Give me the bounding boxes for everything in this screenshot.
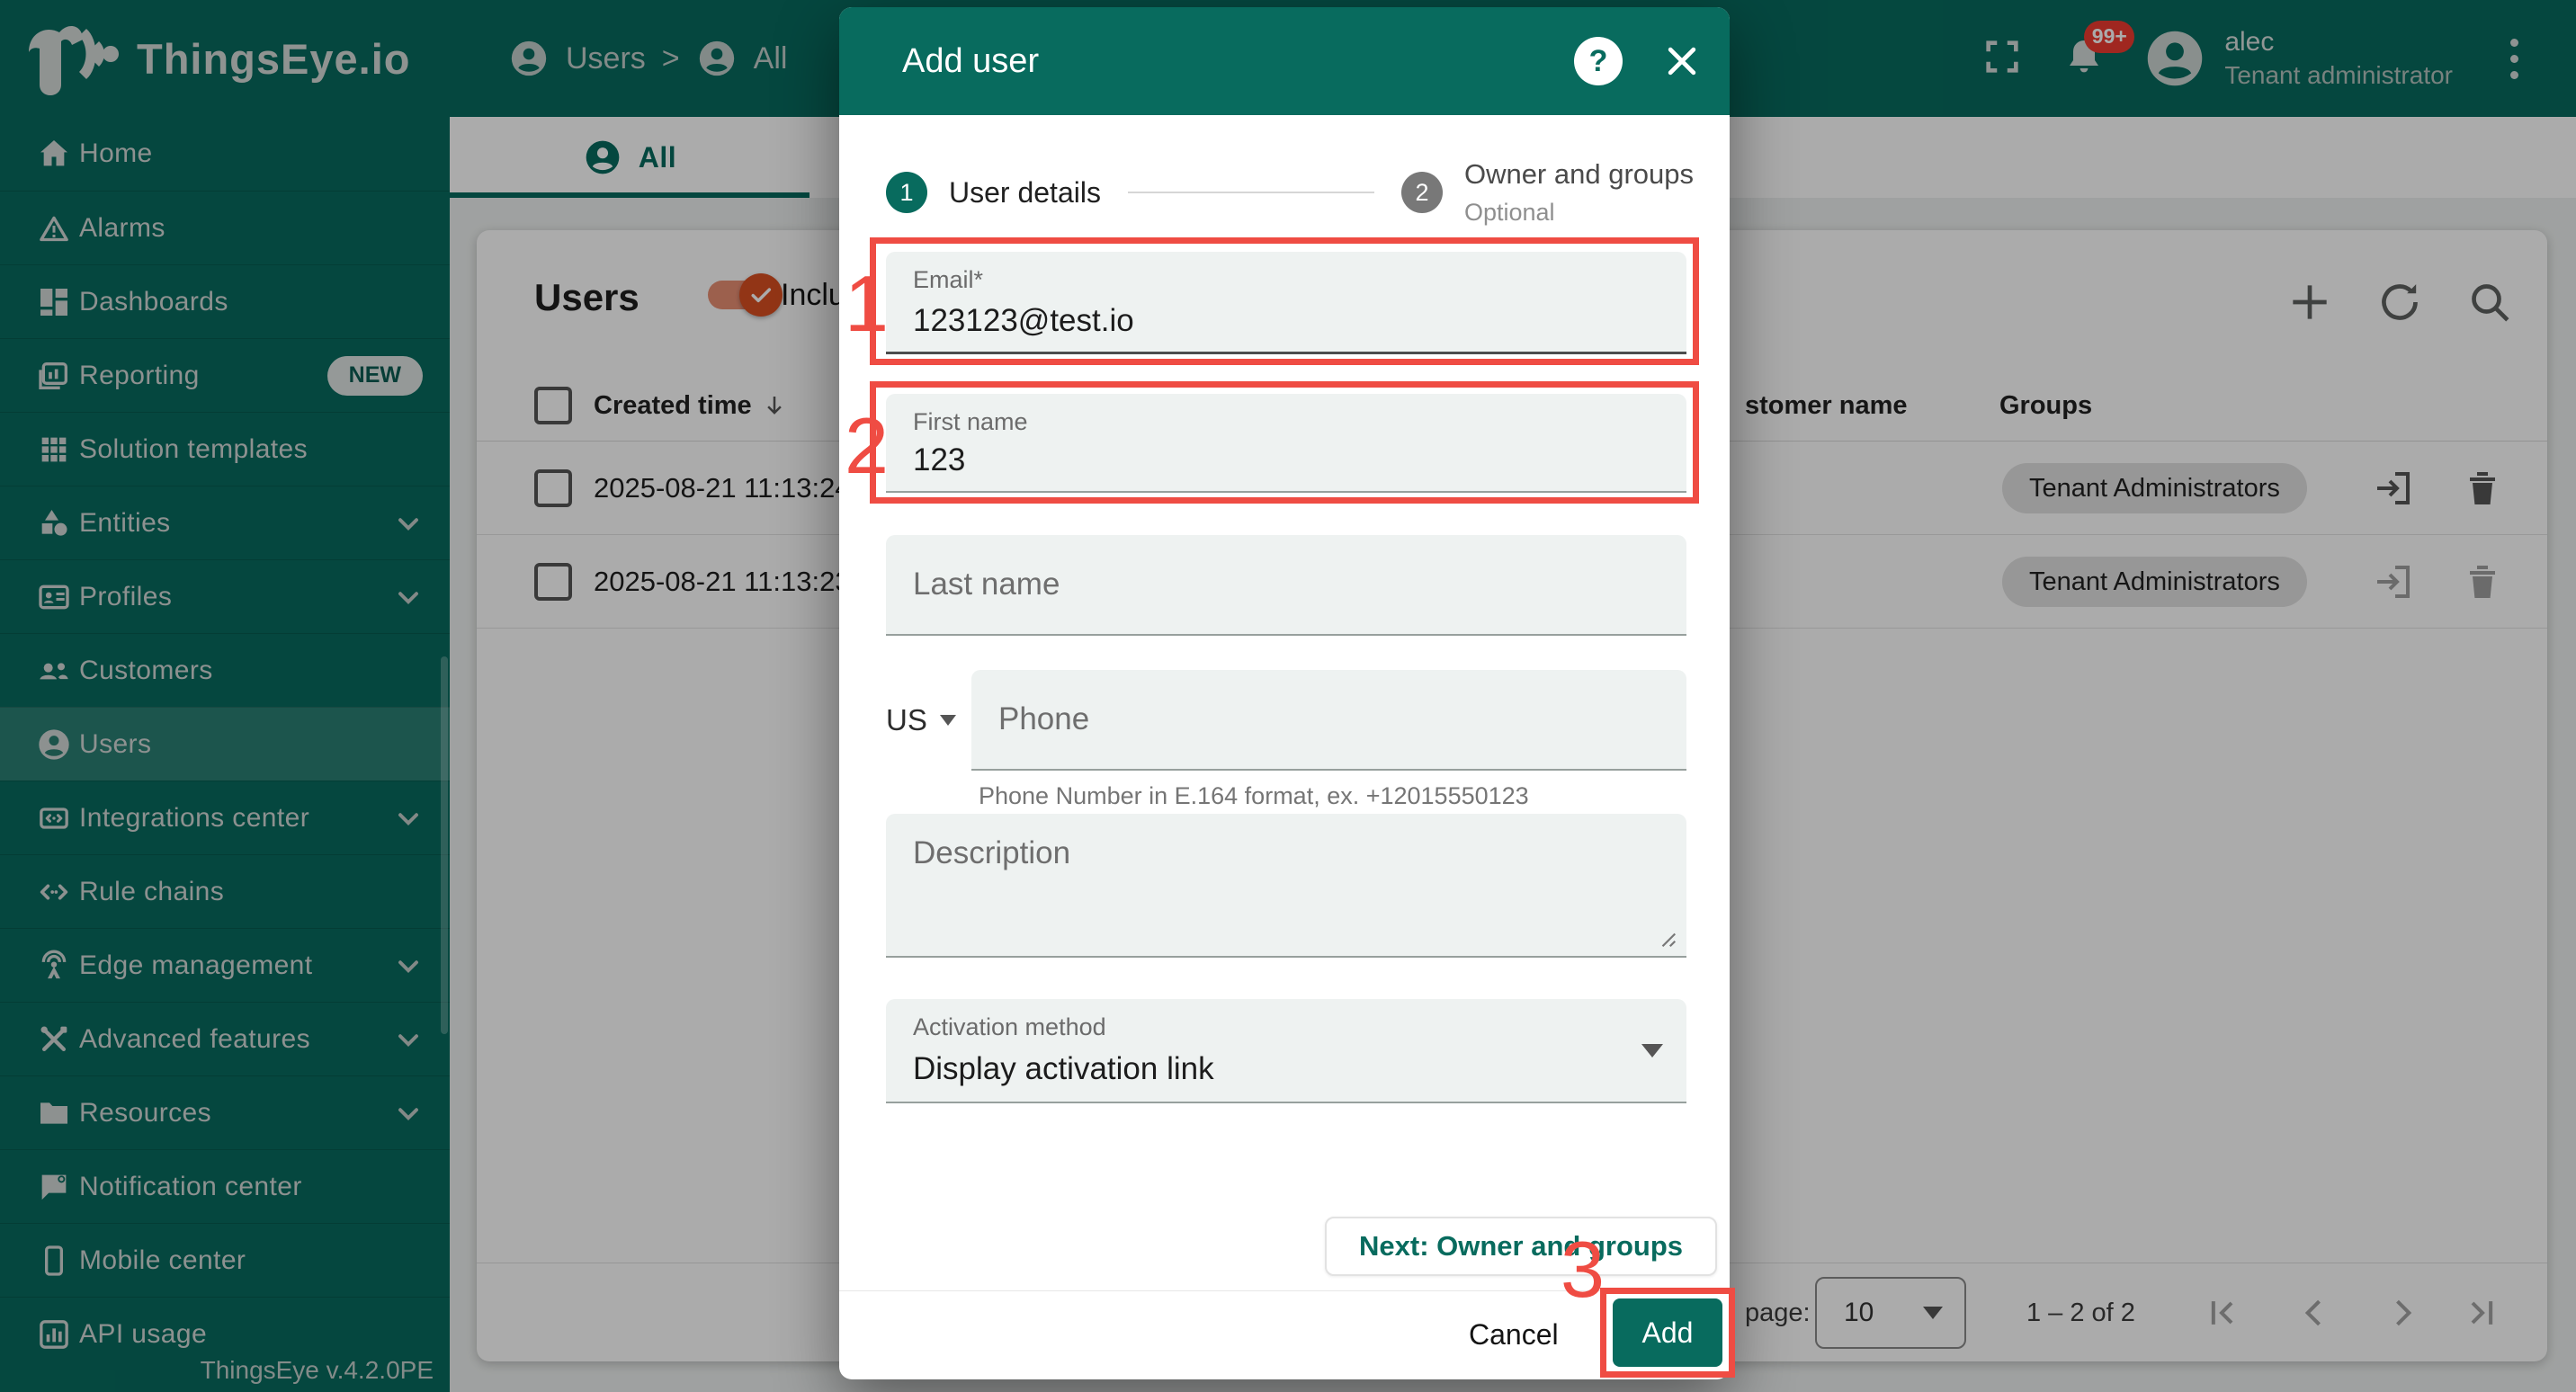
dialog-header: Add user ? — [839, 7, 1730, 115]
phone-field — [971, 670, 1686, 771]
stepper-connector — [1128, 192, 1374, 193]
email-label: Email* — [913, 266, 983, 294]
last-name-input[interactable] — [886, 535, 1686, 634]
step-1-label: User details — [949, 176, 1101, 210]
phone-country-select[interactable]: US — [886, 670, 972, 771]
email-input[interactable] — [886, 303, 1686, 339]
last-name-field — [886, 535, 1686, 636]
activation-method-select[interactable]: Activation method Display activation lin… — [886, 999, 1686, 1103]
add-user-dialog: Add user ? 1 User details 2 Owner and gr… — [839, 7, 1730, 1379]
next-owner-groups-button[interactable]: Next: Owner and groups — [1325, 1217, 1717, 1276]
screen: ThingsEye.io Users > All 99+ — [0, 0, 2576, 1392]
phone-input[interactable] — [971, 670, 1686, 769]
step-2-label: Owner and groups — [1464, 155, 1694, 195]
resize-handle-icon[interactable] — [1658, 929, 1677, 949]
cancel-button[interactable]: Cancel — [1469, 1309, 1559, 1360]
description-field — [886, 814, 1686, 958]
footer-divider — [839, 1290, 1730, 1291]
annotation-number-1: 1 — [845, 264, 889, 344]
activation-method-value: Display activation link — [913, 1051, 1214, 1087]
phone-country-value: US — [886, 703, 927, 737]
first-name-field: First name — [886, 394, 1686, 493]
annotation-number-2: 2 — [845, 406, 889, 486]
dialog-title: Add user — [902, 7, 1039, 115]
close-icon[interactable] — [1662, 41, 1702, 81]
caret-down-icon — [940, 715, 956, 726]
first-name-label: First name — [913, 408, 1028, 436]
description-input[interactable] — [886, 814, 1686, 956]
caret-down-icon — [1641, 1044, 1663, 1057]
activation-method-label: Activation method — [913, 1013, 1106, 1041]
step-1-circle[interactable]: 1 — [886, 172, 927, 213]
step-2-sublabel: Optional — [1464, 195, 1694, 230]
add-button[interactable]: Add — [1613, 1298, 1722, 1367]
step-2-circle[interactable]: 2 — [1401, 172, 1443, 213]
stepper: 1 User details 2 Owner and groups Option… — [886, 149, 1694, 236]
email-field: Email* — [886, 252, 1686, 354]
first-name-input[interactable] — [886, 442, 1686, 478]
help-icon[interactable]: ? — [1574, 37, 1623, 85]
phone-hint: Phone Number in E.164 format, ex. +12015… — [979, 782, 1529, 810]
